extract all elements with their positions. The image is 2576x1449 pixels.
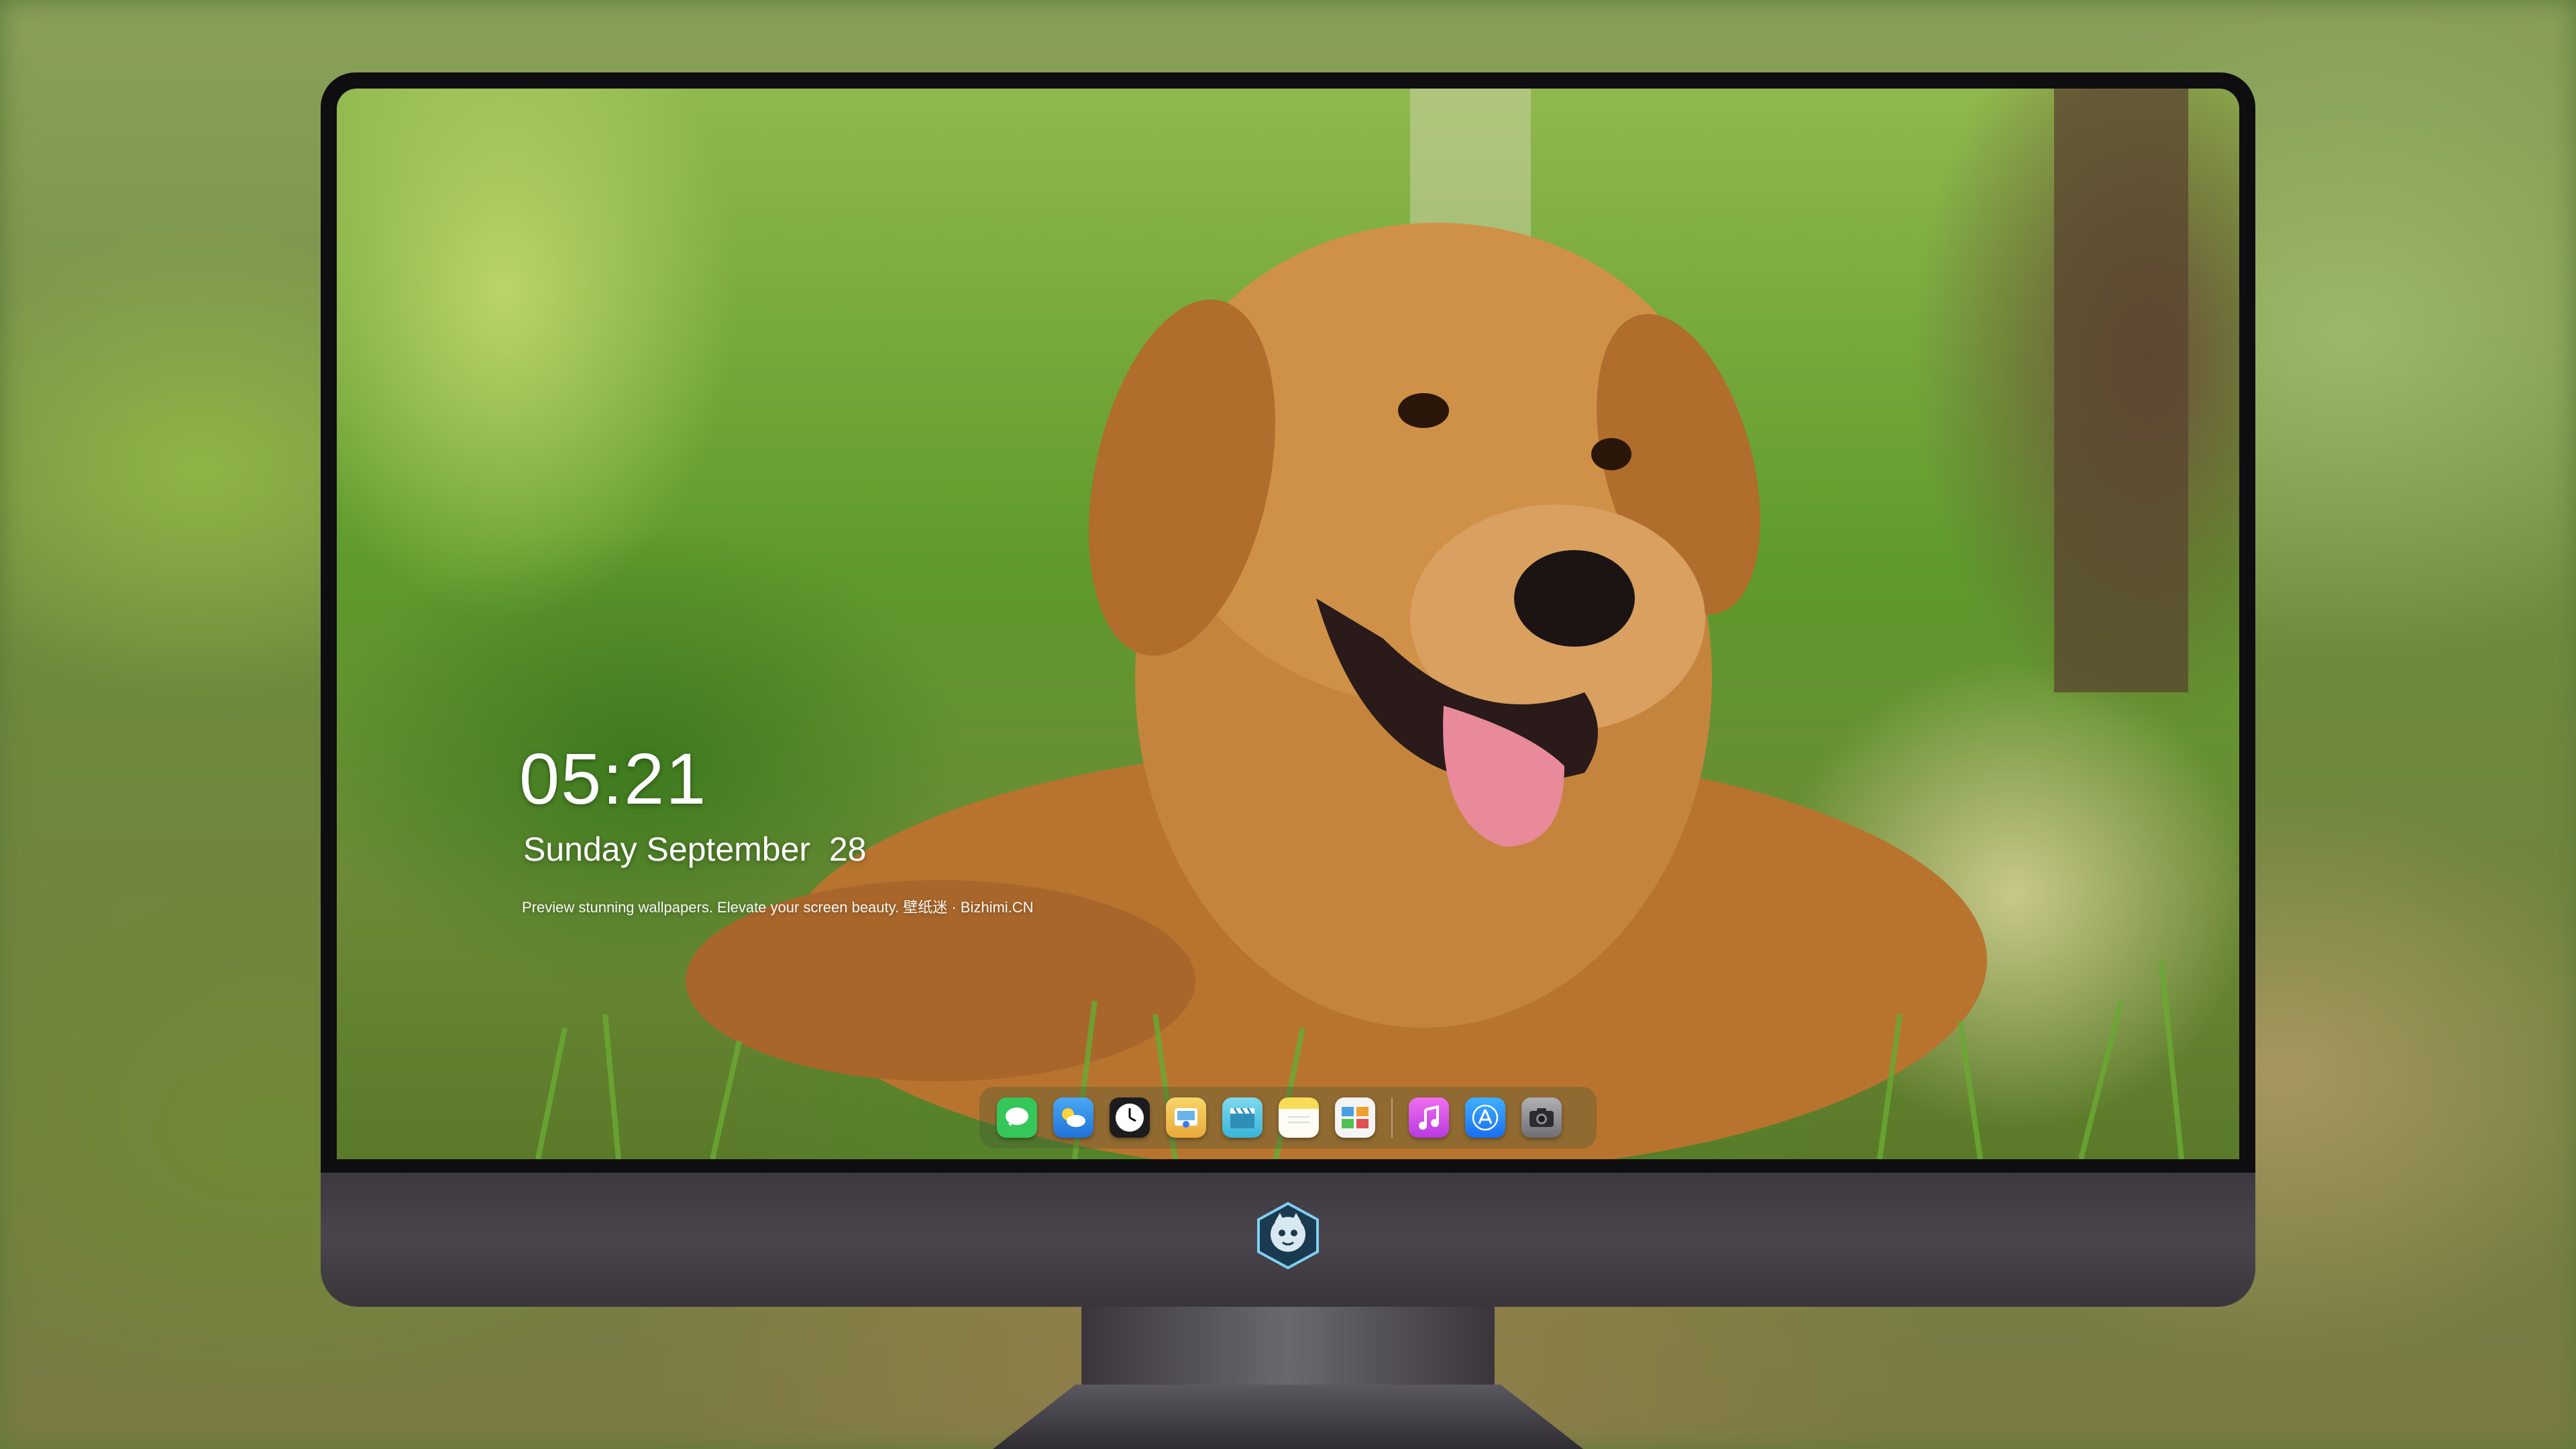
dock-separator (1391, 1097, 1393, 1138)
notes-icon[interactable] (1279, 1097, 1319, 1138)
messages-icon[interactable] (997, 1097, 1037, 1138)
monitor-stand-neck (1081, 1307, 1495, 1385)
lock-screen-date: Sunday September 28 (523, 830, 867, 868)
dock (979, 1087, 1597, 1148)
music-icon[interactable] (1409, 1097, 1449, 1138)
bizhimi-logo-icon (1257, 1201, 1319, 1270)
monitor-chin (321, 1173, 2255, 1307)
lock-screen-time: 05:21 (519, 738, 708, 819)
preview-icon[interactable] (1166, 1097, 1206, 1138)
app-store-icon[interactable] (1465, 1097, 1505, 1138)
weather-icon[interactable] (1053, 1097, 1093, 1138)
lock-screen-info: 05:21 Sunday September 28 Preview stunni… (519, 743, 1034, 917)
clock-icon[interactable] (1110, 1097, 1150, 1138)
desktop-screen: 05:21 Sunday September 28 Preview stunni… (337, 89, 2239, 1159)
camera-icon[interactable] (1521, 1097, 1562, 1138)
photo-gallery-icon[interactable] (1335, 1097, 1375, 1138)
claquette-icon[interactable] (1222, 1097, 1263, 1138)
dog-wallpaper (535, 89, 2188, 1159)
monitor: 05:21 Sunday September 28 Preview stunni… (321, 72, 2255, 1307)
wallpaper-tagline: Preview stunning wallpapers. Elevate you… (522, 899, 1034, 916)
monitor-stand-base (993, 1385, 1583, 1449)
